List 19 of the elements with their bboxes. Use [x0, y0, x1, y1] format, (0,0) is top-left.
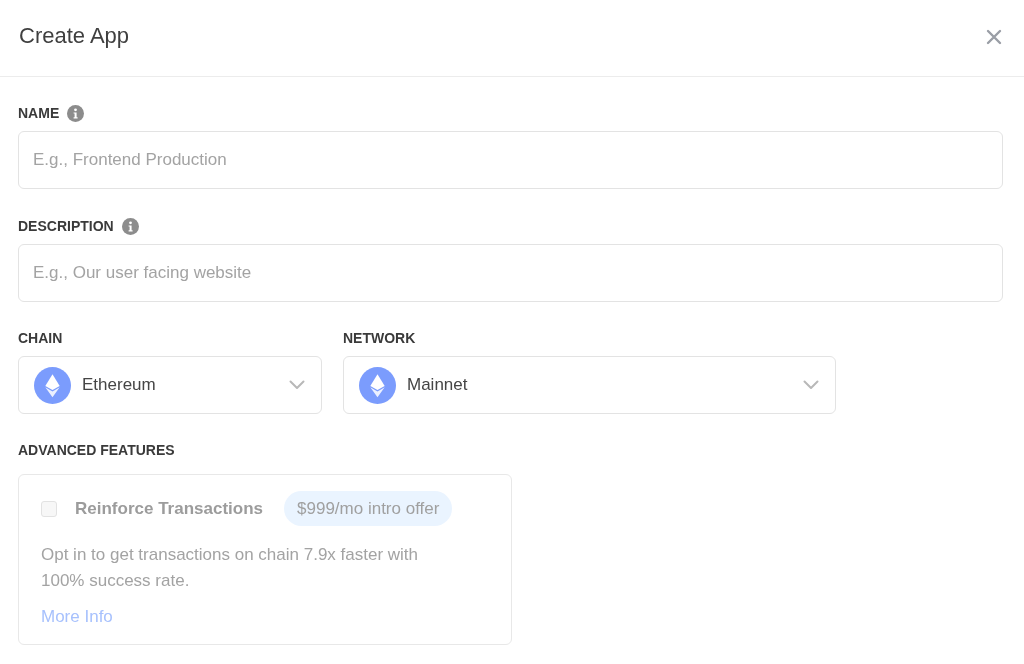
- dropdown[interactable]: Mainnet: [343, 356, 836, 414]
- field-label: CHAIN: [18, 328, 63, 348]
- chevron-down-icon: [803, 380, 819, 390]
- dropdown[interactable]: Ethereum: [18, 356, 322, 414]
- input-field[interactable]: E.g., Our user facing website: [18, 244, 1003, 302]
- feature-title: Reinforce Transactions: [75, 497, 263, 520]
- field-label: NAME: [18, 103, 60, 123]
- dropdown-value: Mainnet: [407, 374, 468, 397]
- chevron-down-icon: [289, 380, 305, 390]
- field-label: NETWORK: [343, 328, 416, 348]
- dropdown-value: Ethereum: [82, 374, 156, 397]
- field-label: DESCRIPTION: [18, 216, 114, 236]
- input-field[interactable]: E.g., Frontend Production: [18, 131, 1003, 189]
- dialog-title: Create App: [19, 21, 130, 50]
- close-button[interactable]: [984, 27, 1004, 47]
- feature-description: Opt in to get transactions on chain 7.9x faster with 100% success rate.: [41, 544, 420, 592]
- section-heading: ADVANCED FEATURES: [18, 441, 175, 459]
- close-icon: [986, 29, 1002, 45]
- price-tag: $999/mo intro offer: [284, 491, 453, 526]
